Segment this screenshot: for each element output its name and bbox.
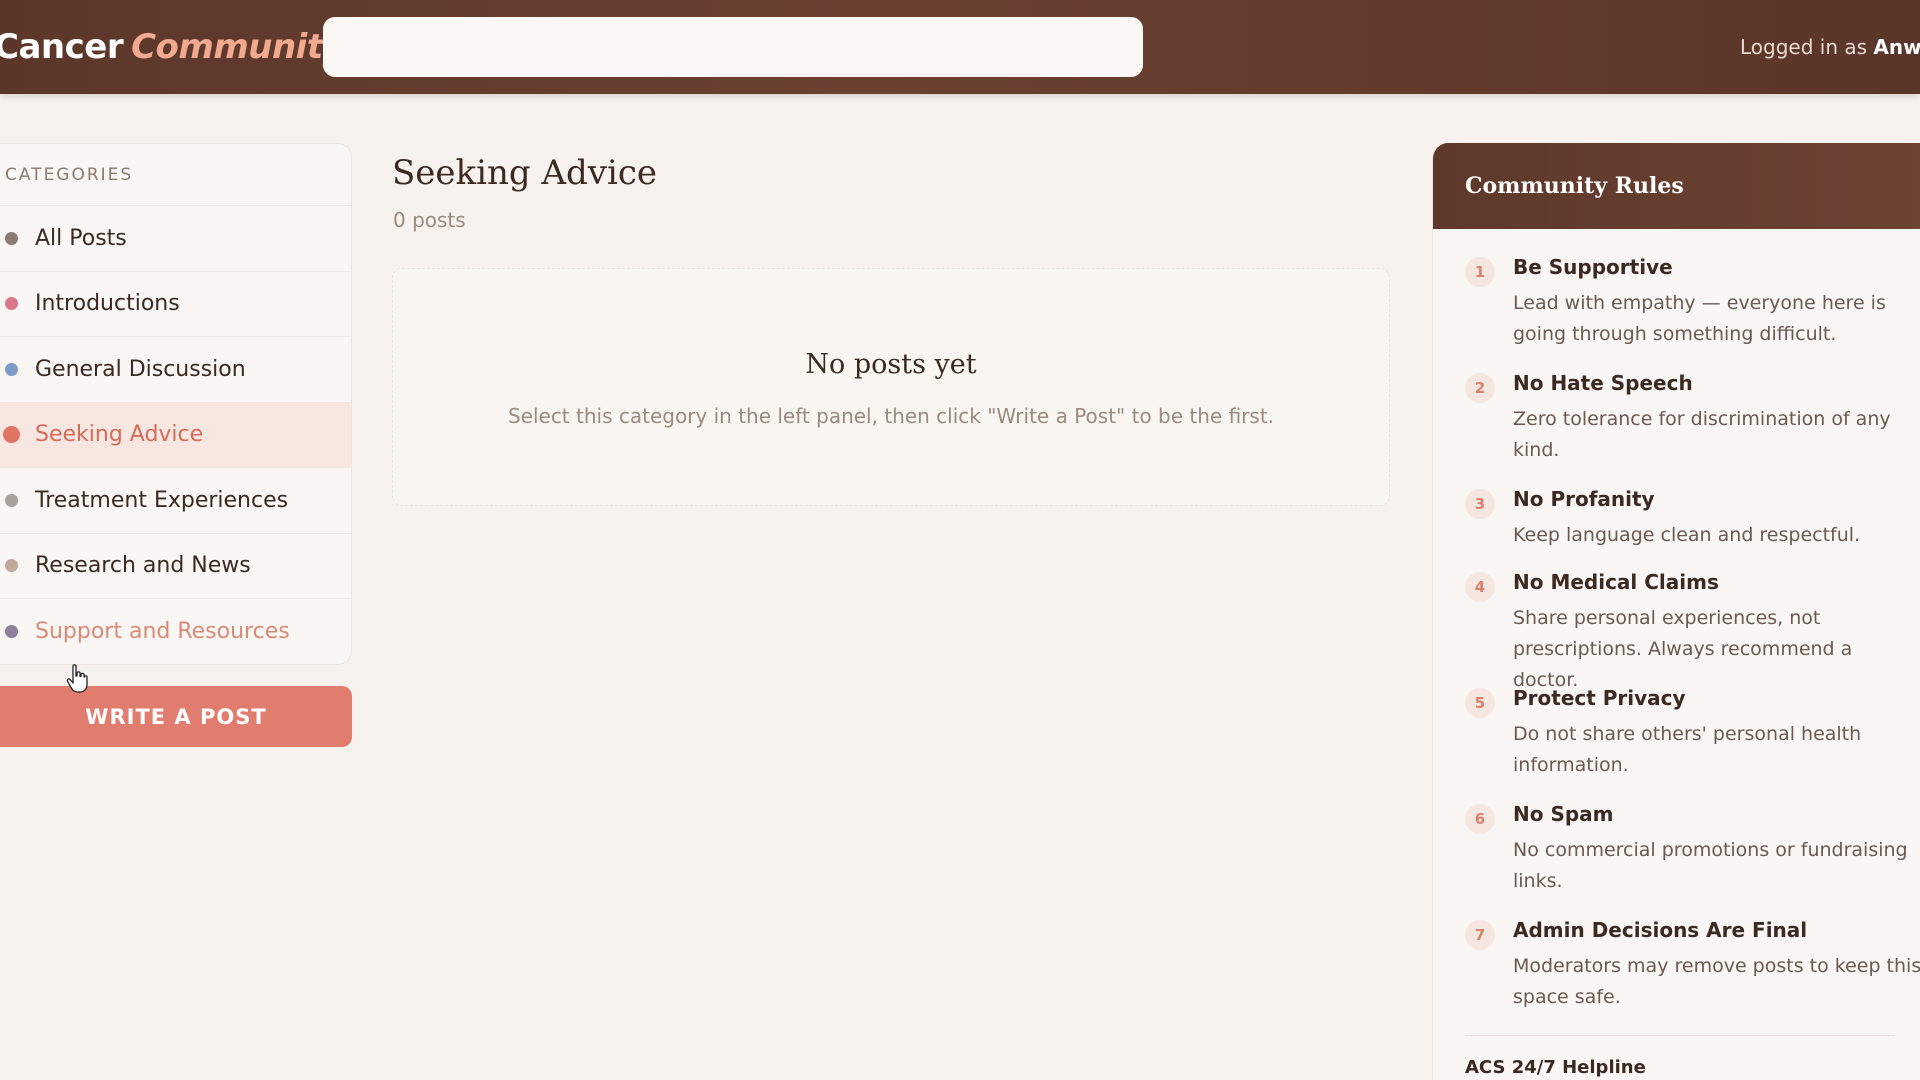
rule-number: 7 — [1465, 920, 1495, 950]
search-input[interactable] — [323, 17, 1143, 77]
category-item-research-and-news[interactable]: Research and News — [0, 534, 351, 599]
category-item-all-posts[interactable]: All Posts — [0, 206, 351, 272]
empty-state-subtitle: Select this category in the left panel, … — [507, 404, 1275, 428]
category-label: General Discussion — [35, 356, 246, 382]
category-label: Treatment Experiences — [35, 487, 289, 513]
rule-title: Admin Decisions Are Final — [1513, 918, 1808, 942]
category-label: Introductions — [35, 291, 180, 317]
write-post-button[interactable]: WRITE A POST — [0, 686, 352, 747]
helpline-heading: ACS 24/7 Helpline — [1465, 1057, 1646, 1078]
category-label: Support and Resources — [35, 619, 290, 645]
rule-title: Be Supportive — [1513, 255, 1673, 279]
rule-description: Lead with empathy — everyone here is goi… — [1513, 292, 1886, 345]
rule-description: Share personal experiences, not prescrip… — [1513, 607, 1853, 691]
categories-heading: CATEGORIES — [0, 144, 351, 206]
rule-title: Protect Privacy — [1513, 686, 1686, 710]
rule-number: 3 — [1465, 489, 1495, 519]
category-dot-icon — [5, 362, 18, 376]
rule-description: Zero tolerance for discrimination of any… — [1513, 408, 1891, 461]
rule-title: No Spam — [1513, 802, 1614, 826]
rule-title: No Medical Claims — [1513, 570, 1719, 594]
category-list: All Posts Introductions General Discussi… — [0, 206, 351, 665]
category-label: Seeking Advice — [35, 422, 204, 448]
page-title: Seeking Advice — [392, 153, 658, 193]
rule-number: 4 — [1465, 572, 1495, 602]
category-sidebar: CATEGORIES All Posts Introductions Gener… — [0, 143, 352, 665]
brand-logo[interactable]: Cancer Community — [0, 22, 345, 72]
community-rules-panel: Community Rules 1 Be Supportive Lead wit… — [1432, 143, 1920, 1080]
rule-description: Keep language clean and respectful. — [1513, 524, 1861, 546]
category-item-introductions[interactable]: Introductions — [0, 272, 351, 337]
rule-title: No Hate Speech — [1513, 371, 1693, 395]
category-dot-icon — [5, 297, 18, 311]
login-username[interactable]: Anwit — [1873, 35, 1920, 59]
rules-heading: Community Rules — [1433, 143, 1920, 229]
category-item-seeking-advice[interactable]: Seeking Advice — [0, 402, 351, 468]
category-label: Research and News — [35, 553, 251, 579]
post-count: 0 posts — [393, 208, 466, 232]
login-status: Logged in as Anwit — [1740, 30, 1920, 64]
category-dot-icon — [3, 426, 20, 444]
hand-cursor-icon — [66, 664, 88, 693]
empty-state-title: No posts yet — [805, 349, 977, 380]
category-dot-icon — [5, 559, 18, 573]
rule-number: 2 — [1465, 373, 1495, 403]
category-dot-icon — [5, 625, 18, 639]
category-item-support-and-resources[interactable]: Support and Resources — [0, 599, 351, 665]
rule-number: 5 — [1465, 688, 1495, 718]
category-item-general-discussion[interactable]: General Discussion — [0, 337, 351, 403]
category-dot-icon — [5, 493, 18, 507]
top-header: CancerCommunity Logged in as Anwit — [0, 0, 1920, 94]
rule-description: Moderators may remove posts to keep this… — [1513, 955, 1920, 1008]
category-dot-icon — [5, 231, 18, 245]
rule-description: Do not share others' personal health inf… — [1513, 723, 1862, 776]
category-label: All Posts — [35, 225, 127, 251]
category-item-treatment-experiences[interactable]: Treatment Experiences — [0, 468, 351, 534]
rule-description: No commercial promotions or fundraising … — [1513, 839, 1908, 892]
rules-divider — [1465, 1035, 1895, 1036]
brand-text-primary: Cancer — [0, 27, 124, 67]
empty-state-card: No posts yet Select this category in the… — [392, 268, 1390, 506]
login-prefix: Logged in as — [1740, 35, 1868, 59]
rule-number: 6 — [1465, 804, 1495, 834]
brand-text-accent: Community — [131, 27, 345, 67]
rule-number: 1 — [1465, 257, 1495, 287]
rule-title: No Profanity — [1513, 487, 1655, 511]
